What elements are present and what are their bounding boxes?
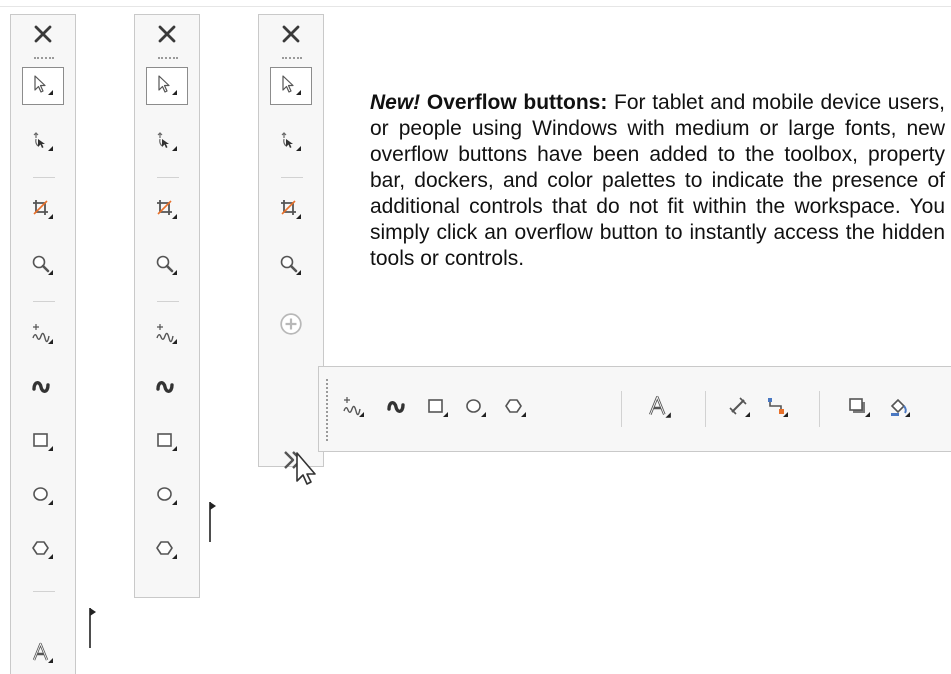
new-badge: New! — [370, 91, 421, 114]
zoom-tool-icon[interactable] — [270, 247, 312, 285]
rectangle-tool-icon[interactable] — [146, 423, 188, 461]
ellipse-tool-icon[interactable] — [455, 387, 497, 429]
feature-heading: Overflow buttons: — [426, 91, 608, 114]
toolbox-separator — [157, 177, 179, 178]
pick-tool-icon[interactable] — [22, 67, 64, 105]
overflow-toolbox — [258, 14, 324, 467]
zoom-tool-icon[interactable] — [146, 247, 188, 285]
shape-tool-icon[interactable] — [146, 123, 188, 161]
toolbox-separator — [281, 177, 303, 178]
add-tool-icon[interactable] — [270, 305, 312, 343]
close-icon[interactable] — [11, 19, 75, 49]
pick-tool-icon[interactable] — [146, 67, 188, 105]
rectangle-tool-icon[interactable] — [417, 387, 459, 429]
polygon-tool-icon[interactable] — [495, 387, 537, 429]
toolbox-separator — [33, 591, 55, 592]
artistic-media-tool-icon[interactable] — [146, 369, 188, 407]
flyout-grip[interactable] — [326, 379, 331, 441]
rectangle-tool-icon[interactable] — [22, 423, 64, 461]
toolbox-separator — [33, 301, 55, 302]
crop-tool-icon[interactable] — [270, 191, 312, 229]
crop-tool-icon[interactable] — [22, 191, 64, 229]
toolbox-separator — [33, 177, 55, 178]
pick-tool-icon[interactable] — [270, 67, 312, 105]
ellipse-tool-icon[interactable] — [22, 477, 64, 515]
zoom-tool-icon[interactable] — [22, 247, 64, 285]
ellipse-tool-icon[interactable] — [146, 477, 188, 515]
freehand-tool-icon[interactable] — [333, 387, 375, 429]
shape-tool-icon[interactable] — [22, 123, 64, 161]
freehand-tool-icon[interactable] — [22, 316, 64, 354]
toolbox-grip[interactable] — [282, 57, 302, 62]
close-icon[interactable] — [135, 19, 199, 49]
toolbox-grip[interactable] — [158, 57, 178, 62]
overflow-flyout-toolbar — [318, 366, 951, 452]
artistic-media-tool-icon[interactable] — [377, 387, 419, 429]
flyout-separator — [819, 391, 820, 427]
toolbox-separator — [157, 301, 179, 302]
freehand-tool-icon[interactable] — [146, 316, 188, 354]
polygon-tool-icon[interactable] — [146, 531, 188, 569]
flyout-separator — [621, 391, 622, 427]
polygon-tool-icon[interactable] — [22, 531, 64, 569]
top-divider — [0, 6, 951, 7]
text-tool-icon[interactable] — [639, 387, 681, 429]
full-toolbox — [10, 14, 76, 674]
shape-tool-icon[interactable] — [270, 123, 312, 161]
parallel-dimension-tool-icon[interactable] — [719, 387, 761, 429]
fill-tool-icon[interactable] — [879, 387, 921, 429]
connector-tool-icon[interactable] — [757, 387, 799, 429]
toolbox-grip[interactable] — [34, 57, 54, 62]
close-icon[interactable] — [259, 19, 323, 49]
crop-tool-icon[interactable] — [146, 191, 188, 229]
artistic-media-tool-icon[interactable] — [22, 369, 64, 407]
insertion-marker-icon — [209, 502, 216, 542]
flyout-separator — [705, 391, 706, 427]
drop-shadow-tool-icon[interactable] — [839, 387, 881, 429]
overflow-chevron-icon[interactable] — [283, 449, 323, 498]
feature-body: For tablet and mobile device users, or p… — [370, 91, 945, 270]
text-tool-icon[interactable] — [22, 635, 64, 673]
shortened-toolbox — [134, 14, 200, 598]
feature-description: New! Overflow buttons: For tablet and mo… — [370, 90, 945, 272]
insertion-marker-icon — [89, 608, 96, 648]
